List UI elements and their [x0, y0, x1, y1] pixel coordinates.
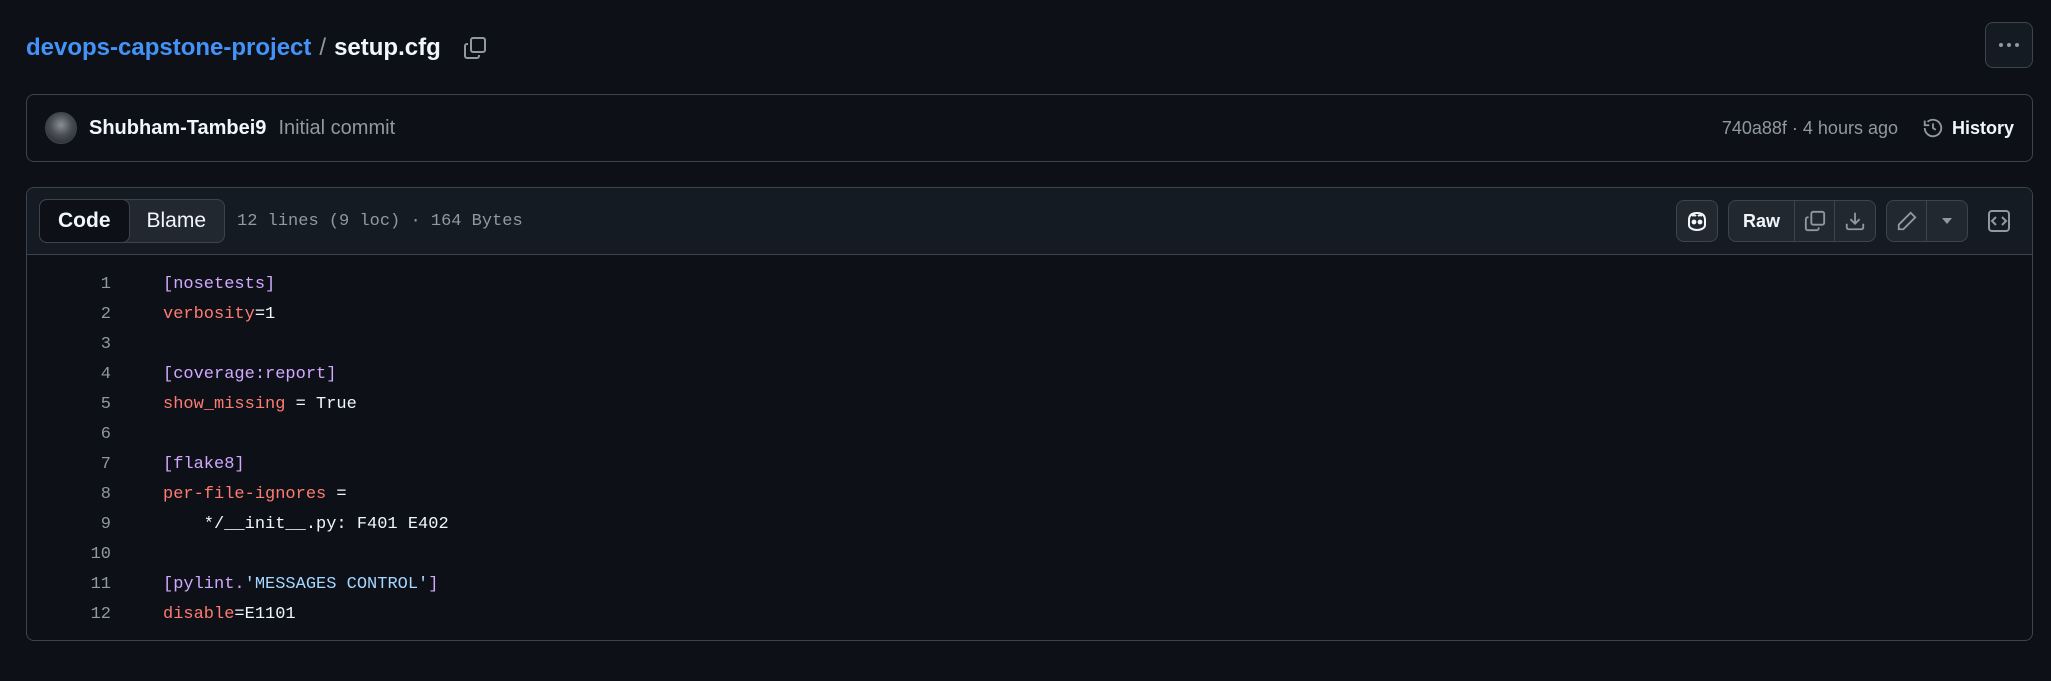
file-name: setup.cfg: [334, 34, 441, 61]
copy-icon: [1804, 210, 1825, 232]
code-token: = True: [285, 394, 357, 414]
code-token: [pylint.: [163, 574, 245, 594]
line-content: verbosity=1: [163, 305, 275, 324]
commit-sha-time[interactable]: 740a88f · 4 hours ago: [1722, 118, 1898, 139]
code-line: 4 [coverage:report]: [27, 359, 2032, 389]
tab-blame[interactable]: Blame: [129, 200, 225, 242]
code-square-icon: [1988, 210, 2010, 232]
line-number[interactable]: 1: [27, 275, 111, 294]
line-content: [nosetests]: [163, 275, 275, 294]
line-content: [flake8]: [163, 455, 245, 474]
avatar[interactable]: [45, 112, 77, 144]
copilot-icon: [1687, 211, 1706, 232]
line-number[interactable]: 4: [27, 365, 111, 384]
commit-message[interactable]: Initial commit: [278, 117, 395, 140]
line-number[interactable]: 8: [27, 485, 111, 504]
code-token: per-file-ignores: [163, 484, 327, 504]
code-token: verbosity: [163, 304, 255, 324]
code-line: 7 [flake8]: [27, 449, 2032, 479]
pencil-icon: [1897, 211, 1917, 231]
breadcrumb: devops-capstone-project / setup.cfg: [26, 30, 491, 66]
raw-copy-download-group: Raw: [1727, 200, 1876, 242]
line-number[interactable]: 2: [27, 305, 111, 324]
code-view: 1 [nosetests] 2 verbosity=1 3 4 [coverage:repo…: [27, 255, 2032, 629]
raw-button[interactable]: Raw: [1729, 201, 1795, 241]
code-token: [flake8]: [163, 454, 245, 474]
history-icon: [1923, 118, 1943, 138]
line-number[interactable]: 11: [27, 575, 111, 594]
code-token: =E1101: [234, 604, 296, 624]
code-line: 6: [27, 419, 2032, 449]
copy-path-icon[interactable]: [459, 32, 491, 64]
code-line: 2 verbosity=1: [27, 299, 2032, 329]
edit-group: [1886, 200, 1968, 242]
breadcrumb-separator: /: [319, 34, 327, 61]
line-content: [pylint.'MESSAGES CONTROL']: [163, 575, 438, 594]
commit-author[interactable]: Shubham-Tambei9: [89, 117, 266, 140]
line-number[interactable]: 6: [27, 425, 111, 444]
code-token: ]: [428, 574, 439, 594]
code-line: 8 per-file-ignores =: [27, 479, 2032, 509]
line-number[interactable]: 10: [27, 545, 111, 564]
kebab-icon: [1999, 43, 2003, 47]
code-line: 10: [27, 539, 2032, 569]
code-token: =: [326, 484, 347, 504]
line-content: disable=E1101: [163, 605, 296, 624]
line-content: show_missing = True: [163, 395, 357, 414]
code-token: [nosetests]: [163, 274, 276, 294]
file-toolbar: Code Blame 12 lines (9 loc) · 164 Bytes …: [27, 188, 2032, 255]
code-line: 1 [nosetests]: [27, 269, 2032, 299]
file-stats: 12 lines (9 loc) · 164 Bytes: [237, 211, 523, 231]
edit-dropdown-button[interactable]: [1927, 201, 1967, 241]
triangle-down-icon: [1942, 218, 1952, 224]
line-number[interactable]: 9: [27, 515, 111, 534]
line-number[interactable]: 7: [27, 455, 111, 474]
code-line: 11 [pylint.'MESSAGES CONTROL']: [27, 569, 2032, 599]
code-token: */__init__.py: F401 E402: [163, 514, 449, 534]
copilot-button[interactable]: [1675, 200, 1718, 242]
line-content: */__init__.py: F401 E402: [163, 515, 449, 534]
line-content: [coverage:report]: [163, 365, 336, 384]
copy-raw-button[interactable]: [1795, 201, 1835, 241]
history-label: History: [1951, 117, 2014, 138]
repo-link[interactable]: devops-capstone-project: [26, 34, 311, 62]
code-token: disable: [163, 604, 235, 624]
code-token: =1: [254, 304, 276, 324]
code-token: [coverage:report]: [163, 364, 337, 384]
code-line: 3: [27, 329, 2032, 359]
line-number[interactable]: 5: [27, 395, 111, 414]
download-button[interactable]: [1835, 201, 1875, 241]
view-switcher: Code Blame: [39, 199, 226, 243]
history-button[interactable]: History: [1922, 117, 2014, 139]
symbols-panel-button[interactable]: [1978, 200, 2020, 242]
tab-code[interactable]: Code: [39, 199, 130, 243]
more-options-button[interactable]: [1985, 22, 2033, 68]
download-icon: [1845, 212, 1865, 231]
file-viewer: Code Blame 12 lines (9 loc) · 164 Bytes …: [26, 187, 2033, 641]
code-line: 12 disable=E1101: [27, 599, 2032, 629]
code-line: 9 */__init__.py: F401 E402: [27, 509, 2032, 539]
edit-button[interactable]: [1887, 201, 1927, 241]
code-token: 'MESSAGES CONTROL': [244, 574, 429, 594]
line-number[interactable]: 12: [27, 605, 111, 624]
code-line: 5 show_missing = True: [27, 389, 2032, 419]
code-token: show_missing: [163, 394, 286, 414]
line-number[interactable]: 3: [27, 335, 111, 354]
latest-commit-bar: Shubham-Tambei9 Initial commit 740a88f ·…: [26, 94, 2033, 162]
line-content: per-file-ignores =: [163, 485, 347, 504]
